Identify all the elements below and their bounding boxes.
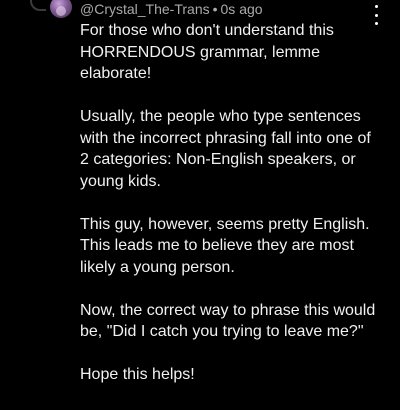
comment-paragraph: Now, the correct way to phrase this woul… — [80, 301, 376, 341]
reply-thread-connector — [30, 0, 46, 11]
comment-header: @Crystal_The-Trans • 0s ago — [80, 1, 263, 18]
menu-dot — [374, 13, 378, 17]
comment-body: For those who don't understand this HORR… — [80, 20, 392, 407]
avatar[interactable] — [50, 0, 72, 18]
comment-paragraph: Usually, the people who type sentences w… — [80, 108, 371, 190]
comment-timestamp: 0s ago — [220, 1, 263, 17]
header-separator: • — [212, 1, 218, 17]
comment-paragraph: Hope this helps! — [80, 366, 195, 383]
comment-paragraph: For those who don't understand this HORR… — [80, 22, 334, 82]
menu-dot — [374, 5, 378, 8]
author-name[interactable]: @Crystal_The-Trans — [80, 1, 210, 17]
comment-paragraph: This guy, however, seems pretty English.… — [80, 215, 370, 276]
